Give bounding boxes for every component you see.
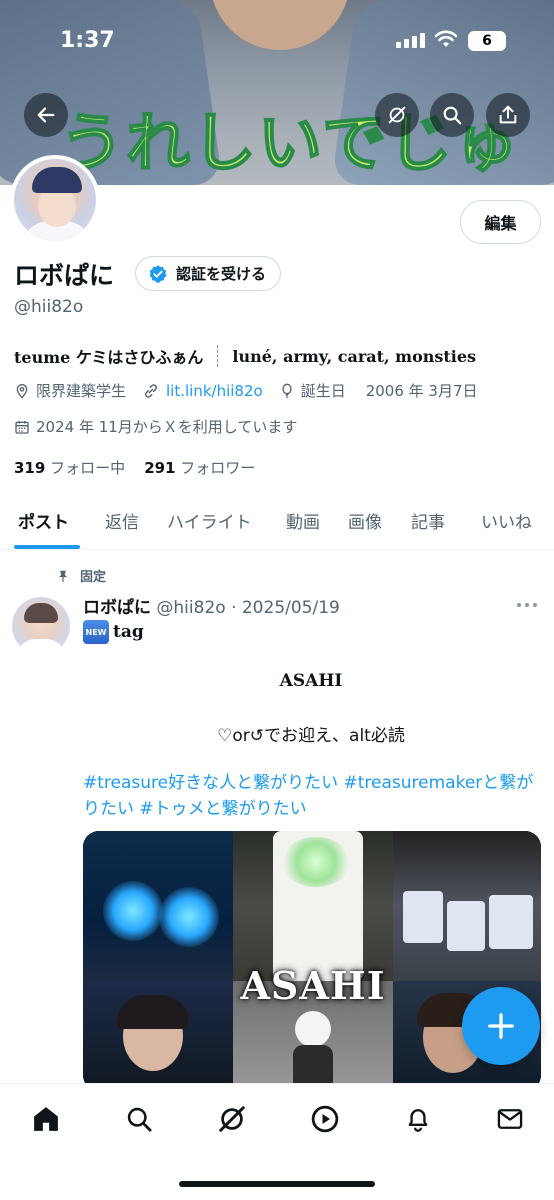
collage-goods bbox=[393, 831, 541, 981]
search-button[interactable] bbox=[430, 93, 474, 137]
post-handle-date: @hii82o · 2025/05/19 bbox=[156, 598, 340, 618]
post-author-name[interactable]: ロボぱに bbox=[83, 598, 151, 618]
calendar-icon bbox=[15, 420, 29, 434]
edit-profile-button[interactable]: 編集 bbox=[460, 200, 541, 244]
post-author-avatar[interactable] bbox=[12, 597, 70, 655]
tab-highlights[interactable]: ハイライト bbox=[167, 508, 252, 533]
followers-link[interactable]: 291 フォロワー bbox=[144, 459, 255, 477]
nav-search[interactable] bbox=[122, 1102, 156, 1136]
profile-handle: @hii82o bbox=[14, 297, 84, 317]
tab-media[interactable]: 画像 bbox=[348, 508, 382, 533]
verified-badge-icon bbox=[149, 264, 167, 283]
profile-birthday: 誕生日 2006 年 3月7日 bbox=[279, 380, 478, 401]
plus-icon bbox=[488, 1013, 514, 1039]
pin-icon bbox=[58, 570, 68, 582]
post-text-line3: ♡or↺でお迎え、alt必読 bbox=[217, 726, 405, 746]
messages-icon bbox=[497, 1109, 523, 1129]
video-icon bbox=[311, 1105, 339, 1133]
compose-post-button[interactable] bbox=[462, 987, 540, 1065]
profile-location: 限界建築学生 bbox=[14, 380, 126, 401]
battery-icon: 6 bbox=[468, 31, 506, 51]
status-bar: 1:37 6 bbox=[0, 0, 554, 80]
nav-video[interactable] bbox=[308, 1102, 342, 1136]
tab-videos[interactable]: 動画 bbox=[286, 508, 320, 533]
search-icon bbox=[127, 1107, 152, 1132]
collage-concert bbox=[83, 831, 233, 981]
search-icon bbox=[443, 106, 462, 125]
profile-bio: teume ケミはさひふぁん luné, army, carat, monsti… bbox=[14, 344, 476, 368]
nav-home[interactable] bbox=[29, 1102, 63, 1136]
tab-posts[interactable]: ポスト bbox=[18, 508, 69, 533]
share-icon bbox=[499, 105, 517, 124]
profile-tabs: ポスト 返信 ハイライト 動画 画像 記事 いいね bbox=[0, 494, 554, 550]
pinned-label: 固定 bbox=[56, 566, 106, 585]
home-icon bbox=[34, 1107, 58, 1131]
profile-joined: 2024 年 11月からＸを利用しています bbox=[14, 416, 313, 437]
wifi-icon bbox=[434, 30, 458, 47]
tab-likes[interactable]: いいね bbox=[481, 508, 532, 533]
post-more-button[interactable] bbox=[517, 603, 537, 607]
arrow-left-icon bbox=[37, 107, 55, 123]
grok-button[interactable] bbox=[375, 93, 419, 137]
balloon-icon bbox=[282, 383, 292, 399]
nav-notifications[interactable] bbox=[401, 1102, 435, 1136]
grok-icon bbox=[388, 106, 406, 124]
profile-name: ロボぱに bbox=[14, 261, 115, 290]
bio-divider bbox=[217, 345, 219, 367]
tab-articles[interactable]: 記事 bbox=[411, 508, 445, 533]
new-emoji-icon: NEW bbox=[83, 620, 109, 644]
nav-messages[interactable] bbox=[493, 1102, 527, 1136]
bio-text-left: teume ケミはさひふぁん bbox=[14, 348, 204, 367]
follow-counts: 319 フォロー中 291 フォロワー bbox=[14, 457, 255, 478]
active-tab-indicator bbox=[14, 545, 80, 549]
location-pin-icon bbox=[16, 383, 28, 399]
post-text-line1: NEW tag bbox=[83, 620, 144, 644]
profile-link[interactable]: lit.link/hii82o bbox=[142, 382, 263, 400]
post-text-line2: ASAHI bbox=[279, 671, 343, 691]
status-time: 1:37 bbox=[60, 28, 115, 53]
tab-replies[interactable]: 返信 bbox=[105, 508, 139, 533]
share-button[interactable] bbox=[486, 93, 530, 137]
media-title-text: ASAHI bbox=[240, 963, 386, 1008]
bio-text-right: luné, army, carat, monsties bbox=[232, 346, 477, 366]
collage-singer-left bbox=[83, 981, 233, 1091]
notifications-icon bbox=[408, 1109, 428, 1132]
grok-icon bbox=[219, 1106, 245, 1132]
profile-avatar[interactable] bbox=[10, 155, 100, 245]
link-icon bbox=[145, 383, 158, 398]
post-header: ロボぱに @hii82o · 2025/05/19 bbox=[83, 593, 340, 618]
home-indicator bbox=[179, 1181, 375, 1187]
collage-lightstick bbox=[233, 831, 393, 981]
following-link[interactable]: 319 フォロー中 bbox=[14, 459, 125, 477]
post-hashtags[interactable]: #treasure好きな人と繋がりたい #treasuremakerと繋がりたい… bbox=[83, 770, 543, 822]
back-button[interactable] bbox=[24, 93, 68, 137]
cellular-signal-icon bbox=[396, 33, 425, 48]
nav-grok[interactable] bbox=[215, 1102, 249, 1136]
get-verified-button[interactable]: 認証を受ける bbox=[135, 256, 282, 291]
get-verified-label: 認証を受ける bbox=[176, 265, 267, 283]
profile-meta-row: 限界建築学生 lit.link/hii82o 誕生日 2006 年 3月7日 bbox=[14, 380, 494, 401]
